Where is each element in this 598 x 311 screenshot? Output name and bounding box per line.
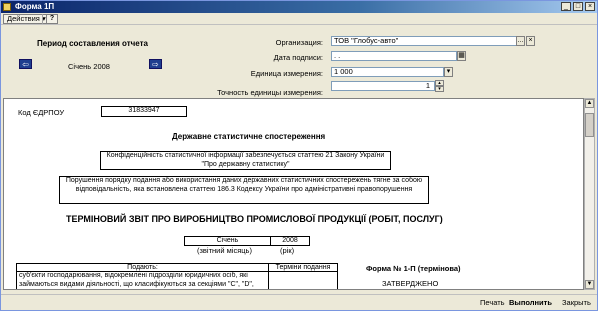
edrpou-value: 31833947 <box>101 106 187 117</box>
violation-note: Порушення порядку подання або використан… <box>59 176 429 204</box>
maximize-button[interactable]: □ <box>573 2 583 11</box>
month-caption: (звітний місяць) <box>197 246 252 255</box>
calendar-icon[interactable]: ▦ <box>457 51 466 61</box>
toolbar-separator <box>42 14 43 24</box>
organization-field[interactable]: ТОВ "Глобус-авто" <box>331 36 517 46</box>
period-value: Січень 2008 <box>68 62 110 71</box>
window-title: Форма 1П <box>15 2 55 11</box>
print-button[interactable]: Печать <box>480 298 505 307</box>
precision-label: Точность единицы измерения: <box>217 88 323 97</box>
edrpou-label: Код ЄДРПОУ <box>18 108 65 117</box>
submit-text: суб'єкти господарювання, відокремлені пі… <box>16 271 269 289</box>
close-window-button[interactable]: × <box>585 2 595 11</box>
organization-clear-button[interactable]: × <box>526 36 535 46</box>
sign-date-label: Дата подписи: <box>273 53 323 62</box>
sign-date-field[interactable]: . . <box>331 51 457 61</box>
form-number-label: Форма № 1-П (термінова) <box>366 264 461 273</box>
form-app-icon <box>3 3 11 11</box>
next-period-button[interactable]: ⇨ <box>149 59 162 69</box>
report-title: ТЕРМІНОВИЙ ЗВІТ ПРО ВИРОБНИЦТВО ПРОМИСЛО… <box>66 214 443 224</box>
help-button[interactable]: ? <box>46 14 58 24</box>
document-scrollbar[interactable]: ▲ ▼ <box>584 98 595 290</box>
organization-label: Организация: <box>275 38 323 47</box>
unit-label: Единица измерения: <box>250 69 323 78</box>
deadline-cell <box>268 271 338 289</box>
bottom-button-bar: Печать Выполнить Закрыть <box>1 294 597 310</box>
unit-field[interactable]: 1 000 <box>331 67 444 77</box>
report-heading: Державне статистичне спостереження <box>172 132 326 141</box>
toolbar: Действия ▾ ? <box>1 13 597 25</box>
unit-dropdown-button[interactable]: ▾ <box>444 67 453 77</box>
scroll-down-icon[interactable]: ▼ <box>585 280 594 289</box>
confidentiality-note: Конфіденційність статистичної інформації… <box>100 151 391 170</box>
precision-spin-down[interactable]: ▾ <box>435 86 444 92</box>
period-title: Период составления отчета <box>37 39 148 48</box>
organization-select-button[interactable]: ... <box>516 36 525 46</box>
prev-period-button[interactable]: ⇦ <box>19 59 32 69</box>
minimize-button[interactable]: _ <box>561 2 571 11</box>
execute-button[interactable]: Выполнить <box>509 298 552 307</box>
year-value: 2008 <box>270 236 310 246</box>
scroll-up-icon[interactable]: ▲ <box>585 99 594 108</box>
report-document: Код ЄДРПОУ 31833947 Державне статистичне… <box>3 98 584 290</box>
precision-field[interactable]: 1 <box>331 81 435 91</box>
title-bar: Форма 1П _ □ × <box>1 1 597 13</box>
month-value: Січень <box>184 236 271 246</box>
form-window: Форма 1П _ □ × Действия ▾ ? Период соста… <box>0 0 598 311</box>
year-caption: (рік) <box>280 246 295 255</box>
scroll-thumb[interactable] <box>585 113 594 137</box>
close-button[interactable]: Закрыть <box>562 298 591 307</box>
approved-label: ЗАТВЕРДЖЕНО <box>382 279 439 288</box>
